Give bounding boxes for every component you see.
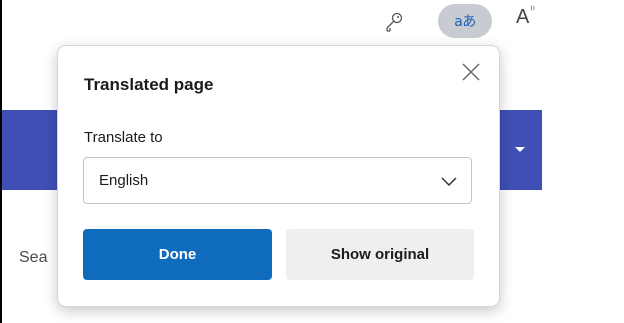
show-original-button-label: Show original xyxy=(330,246,430,263)
read-aloud-icon: A xyxy=(516,6,530,28)
read-aloud-button[interactable]: A ⁾⁾ xyxy=(516,5,535,29)
translate-popup: Translated page Translate to English Don… xyxy=(57,45,500,307)
language-select[interactable]: English xyxy=(83,157,472,204)
translate-icon: aあ xyxy=(454,14,476,30)
done-button-label: Done xyxy=(158,246,197,263)
browser-toolbar: aあ A ⁾⁾ xyxy=(2,0,624,44)
popup-title: Translated page xyxy=(84,75,214,94)
chevron-down-icon xyxy=(441,177,457,187)
key-icon[interactable] xyxy=(382,10,406,34)
translate-to-label: Translate to xyxy=(84,129,163,146)
read-aloud-waves-icon: ⁾⁾ xyxy=(530,5,535,16)
done-button[interactable]: Done xyxy=(83,229,272,280)
caret-down-icon xyxy=(515,147,525,152)
screenshot-root: aあ A ⁾⁾ s Sea Translated page Translate … xyxy=(0,0,624,323)
translate-button[interactable]: aあ xyxy=(438,4,492,38)
show-original-button[interactable]: Show original xyxy=(286,229,474,280)
close-icon[interactable] xyxy=(459,60,483,84)
selected-language: English xyxy=(99,172,149,189)
search-partial-text[interactable]: Sea xyxy=(19,249,47,267)
